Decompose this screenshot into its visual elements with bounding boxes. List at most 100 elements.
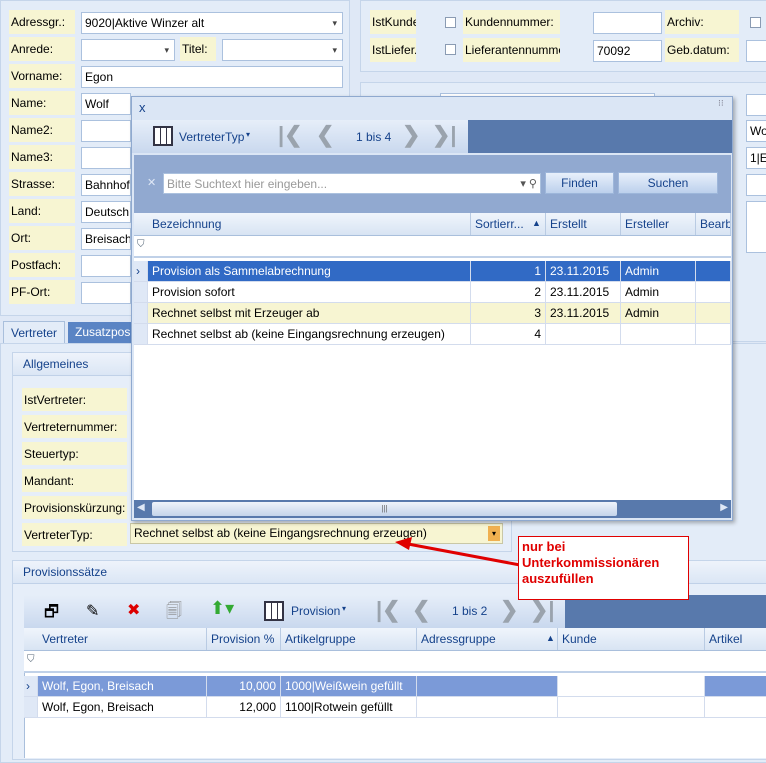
list-item[interactable]: Provision sofort 2 23.11.2015 Admin [134,282,731,303]
list-item[interactable]: Rechnet selbst ab (keine Eingangsrechnun… [134,324,731,345]
prev-page-icon[interactable]: ❮ [412,597,430,623]
first-page-icon[interactable]: |❮ [376,597,401,623]
resize-grip-icon[interactable]: ⁝⁝ [718,98,724,109]
copy-record-icon[interactable]: 🗐 [166,600,182,627]
column-header[interactable]: Ersteller [621,213,696,235]
next-page-icon[interactable]: ❯ [402,122,420,148]
cell-bez: Provision sofort [148,282,471,302]
finden-button[interactable]: Finden [545,172,614,194]
last-page-icon[interactable]: ❯| [530,597,555,623]
kundennummer-input[interactable] [593,12,662,34]
tab-zusatzpos[interactable]: Zusatzpos [68,322,132,343]
field-input[interactable]: Breisach [81,228,131,250]
row-indicator [24,697,38,717]
popup-layout-button[interactable]: VertreterTyp [179,130,244,144]
export-icon[interactable]: ⬆▾ [210,598,234,619]
column-header[interactable]: Vertreter [38,628,207,650]
cell-provision: 10,000 [207,676,281,696]
scroll-thumb[interactable]: ||| [152,502,617,516]
horizontal-scrollbar[interactable]: ◀ ||| ▶ [134,500,731,518]
popup-grid-header: Bezeichnung Sortierr... Erstellt Ersteller B… [134,213,731,236]
allgemeines-label: Vertreternummer: [22,415,127,438]
archiv-checkbox[interactable] [750,17,761,28]
next-page-icon[interactable]: ❯ [500,597,518,623]
cell-adressgruppe [417,697,558,717]
cell-kunde [558,676,705,696]
column-header[interactable]: Bearb [696,213,731,235]
annotation-arrow [395,537,521,567]
table-row[interactable]: › Wolf, Egon, Breisach 10,000 1000|Weißwein… [24,676,766,697]
cell-artikel [705,676,766,696]
cell-erstellt: 23.11.2015 [546,303,621,323]
close-icon[interactable]: x [139,100,146,115]
field-input[interactable] [81,147,131,169]
list-item[interactable]: › Provision als Sammelabrechnung 1 23.11.20… [134,261,731,282]
field-input[interactable] [81,120,131,142]
field-input[interactable]: Wolf [81,93,131,115]
istliefer-checkbox[interactable] [445,44,456,55]
last-page-icon[interactable]: ❯| [432,122,457,148]
prev-page-icon[interactable]: ❮ [316,122,334,148]
column-header[interactable]: Bezeichnung [148,213,471,235]
scroll-right-icon[interactable]: ▶ [720,502,728,513]
field-input[interactable]: Egon [81,66,343,88]
search-icon[interactable]: ▾ ⚲ [520,174,537,193]
filter-icon: ⛉ [27,654,35,665]
grid-layout-icon[interactable] [153,126,173,146]
cell-bearb [696,282,731,302]
new-record-icon[interactable]: 🗗 [44,601,59,628]
field-input[interactable] [81,39,175,61]
tab-vertreter[interactable]: Vertreter [3,321,65,344]
annotation-box: nur bei Unterkommissionären auszufüllen [518,536,689,600]
grid-layout-icon[interactable] [264,601,284,621]
right-input-1[interactable] [746,94,766,116]
cell-ersteller: Admin [621,303,696,323]
archiv-label: Archiv: [665,10,739,34]
column-header[interactable]: Adressgruppe [417,628,558,650]
field-label: Postfach: [9,253,75,277]
column-header[interactable]: Provision % [207,628,281,650]
clear-search-icon[interactable]: ✕ [147,176,156,189]
titel-label: Titel: [180,37,216,61]
cell-bez: Rechnet selbst ab (keine Eingangsrechnun… [148,324,471,344]
column-header[interactable]: Artikel [705,628,766,650]
first-page-icon[interactable]: |❮ [278,122,303,148]
field-input[interactable] [81,282,131,304]
field-label: Ort: [9,226,75,250]
edit-record-icon[interactable]: ✎ [86,601,99,621]
cell-sort: 2 [471,282,546,302]
kundennummer-label: Kundennummer: [463,10,560,34]
provision-layout-button[interactable]: Provision [291,604,340,618]
column-header[interactable]: Kunde [558,628,705,650]
row-indicator [134,324,148,344]
sort-asc-icon: ▲ [532,218,541,228]
scroll-left-icon[interactable]: ◀ [137,502,145,513]
table-row[interactable]: Wolf, Egon, Breisach 12,000 1100|Rotwein g… [24,697,766,718]
lieferantennummer-input[interactable]: 70092 [593,40,662,62]
right-input-5[interactable] [746,201,766,253]
field-input[interactable]: Deutsch [81,201,131,223]
suchen-button[interactable]: Suchen [618,172,718,194]
istkunde-checkbox[interactable] [445,17,456,28]
filter-row[interactable]: ⛉ [24,651,766,673]
cell-sort: 1 [471,261,546,281]
field-input[interactable]: Bahnhof [81,174,131,196]
right-input-3[interactable]: 1|E [746,147,766,169]
gebdatum-input[interactable] [746,40,766,62]
field-input[interactable] [81,255,131,277]
delete-record-icon[interactable]: ✖ [127,600,140,620]
lieferantennummer-label: Lieferantennummer: [463,38,560,62]
filter-row[interactable]: ⛉ [134,236,731,258]
column-header[interactable]: Erstellt [546,213,621,235]
column-header[interactable]: Artikelgruppe [281,628,417,650]
search-placeholder: Bitte Suchtext hier eingeben... [167,177,328,191]
field-input[interactable]: 9020|Aktive Winzer alt [81,12,343,34]
right-input-2[interactable]: Wo [746,120,766,142]
list-item[interactable]: Rechnet selbst mit Erzeuger ab 3 23.11.201… [134,303,731,324]
search-input[interactable]: Bitte Suchtext hier eingeben... ▾ ⚲ [163,173,541,194]
row-indicator: › [134,261,148,281]
right-input-4[interactable] [746,174,766,196]
vertretertyp-value: Rechnet selbst ab (keine Eingangsrechnun… [134,526,427,540]
titel-select[interactable] [222,39,343,61]
cell-provision: 12,000 [207,697,281,717]
